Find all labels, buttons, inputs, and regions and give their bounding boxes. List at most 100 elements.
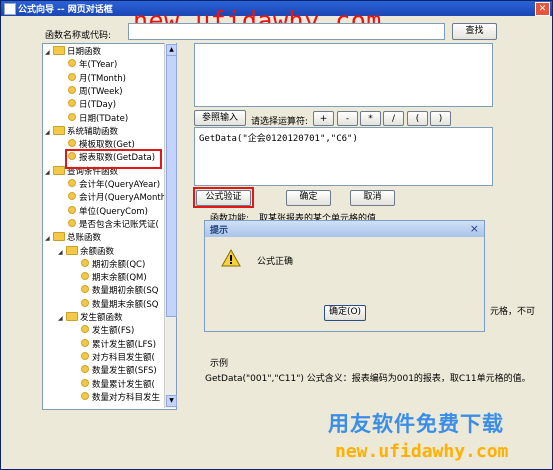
alert-ok-button[interactable]: 确定(O) — [324, 305, 366, 321]
tree-label: 周(TWeek) — [79, 86, 123, 97]
tree-item[interactable]: 日(TDay) — [58, 99, 116, 111]
example-text: GetData("001","C11") 公式含义：报表编码为001的报表，取C… — [205, 374, 531, 384]
tree-folder[interactable]: ◢ 发生额函数 — [58, 312, 123, 324]
ok-button[interactable]: 确定 — [286, 190, 331, 206]
tree-label: 数量发生额(SFS) — [92, 366, 157, 377]
parameter-area[interactable] — [194, 43, 493, 107]
window-title: 公式向导 -- 网页对话框 — [18, 5, 113, 15]
folder-icon — [66, 245, 78, 255]
tree-item[interactable]: 数量期初余额(SQ — [71, 285, 158, 297]
tree-item[interactable]: 单位(QueryCom) — [58, 205, 148, 218]
function-icon — [68, 99, 76, 108]
warning-icon — [221, 249, 241, 267]
tree-label: 数量对方科目发生 — [92, 392, 161, 403]
function-icon — [68, 179, 76, 187]
expander-icon[interactable]: ◢ — [58, 313, 66, 325]
tree-item[interactable]: 对方科目发生额( — [71, 351, 155, 364]
tree-label: 数量累计发生额( — [92, 379, 155, 390]
function-icon — [81, 272, 89, 281]
tree-label: 会计年(QueryAYear) — [79, 180, 161, 190]
tree-item[interactable]: 月(TMonth) — [58, 72, 126, 85]
formula-editor[interactable]: GetData("企会0120120701","C6") — [194, 127, 493, 186]
watermark-bottom-url: new.ufidawhy.com — [335, 441, 509, 462]
tree-item[interactable]: 日期(TDate) — [58, 112, 128, 125]
selected-highlight-box — [65, 149, 162, 169]
search-label: 函数名称或代码: — [45, 31, 112, 41]
tree-label: 数量期初余额(SQ — [92, 286, 159, 297]
function-icon — [68, 192, 76, 201]
close-button[interactable]: ✕ — [535, 2, 550, 16]
function-icon — [68, 72, 76, 81]
scroll-down-icon[interactable]: ▼ — [166, 395, 177, 407]
function-icon — [81, 338, 89, 347]
tree-label: 对方科目发生额( — [92, 352, 155, 363]
tree-item[interactable]: 数量对方科目发生 — [71, 391, 161, 404]
tree-folder[interactable]: ◢ 余额函数 — [58, 245, 115, 259]
function-icon — [81, 365, 89, 374]
tree-item[interactable]: 周(TWeek) — [58, 85, 123, 98]
tree-label: 月(TMonth) — [79, 73, 126, 84]
tree-folder[interactable]: ◢ 日期函数 — [45, 46, 101, 58]
alert-message: 公式正确 — [257, 257, 294, 267]
tree-label: 总账函数 — [67, 233, 102, 244]
expander-icon[interactable]: ◢ — [45, 47, 53, 59]
tree-label: 发生额(FS) — [92, 326, 135, 337]
watermark-bottom-cn: 用友软件免费下载 — [328, 412, 504, 436]
tree-item[interactable]: 数量发生额(SFS) — [71, 365, 157, 377]
tree-label: 是否包含未记账凭证( — [79, 219, 159, 230]
tree-label: 年(TYear) — [79, 60, 118, 71]
function-icon — [68, 218, 76, 227]
expander-icon[interactable]: ◢ — [58, 247, 66, 259]
operator-minus-button[interactable]: - — [337, 111, 358, 126]
alert-close-icon[interactable]: × — [470, 222, 479, 235]
tree-label: 余额函数 — [80, 246, 115, 257]
folder-icon — [66, 312, 78, 321]
function-icon — [81, 298, 89, 307]
tree-item[interactable]: 累计发生额(LFS) — [71, 338, 157, 351]
folder-icon — [53, 232, 65, 242]
search-input[interactable] — [128, 23, 445, 40]
reference-input-button[interactable]: 参照输入 — [194, 110, 246, 126]
tree-item[interactable]: 期末余额(QM) — [71, 272, 147, 284]
tree-item[interactable]: 是否包含未记账凭证( — [58, 218, 159, 231]
tree-label: 数量期末余额(SQ — [92, 299, 159, 310]
validate-highlight-box — [193, 187, 254, 208]
operator-plus-button[interactable]: + — [313, 111, 334, 126]
tree-label: 累计发生额(LFS) — [92, 339, 157, 350]
tree-label: 日(TDay) — [79, 100, 117, 111]
tree-item[interactable]: 发生额(FS) — [71, 325, 134, 337]
tree-label: 期初余额(QC) — [92, 259, 146, 270]
tree-item[interactable]: 数量累计发生额( — [71, 378, 155, 391]
function-icon — [81, 378, 89, 387]
tree-label: 期末余额(QM) — [92, 273, 147, 284]
function-icon — [81, 258, 89, 267]
tree-item[interactable]: 期初余额(QC) — [71, 258, 146, 271]
expander-icon[interactable]: ◢ — [45, 127, 53, 139]
tree-item[interactable]: 会计年(QueryAYear) — [58, 179, 160, 191]
scroll-thumb[interactable] — [166, 55, 177, 317]
folder-icon — [53, 46, 65, 55]
expander-icon[interactable]: ◢ — [45, 233, 53, 245]
tree-item[interactable]: 数量期末余额(SQ — [71, 298, 159, 311]
tree-item[interactable]: 年(TYear) — [58, 59, 117, 71]
function-icon — [68, 205, 76, 214]
function-icon — [81, 285, 89, 294]
function-icon — [68, 112, 76, 121]
folder-icon — [53, 165, 65, 175]
tree-scrollbar[interactable]: ▲ ▼ — [164, 43, 177, 408]
operator-label: 请选择运算符: — [251, 117, 309, 127]
operator-close-paren-button[interactable]: ) — [430, 111, 451, 126]
operator-divide-button[interactable]: / — [383, 111, 404, 126]
cancel-button[interactable]: 取消 — [350, 190, 395, 206]
expander-icon[interactable]: ◢ — [45, 167, 53, 179]
example-label: 示例 — [210, 359, 229, 369]
operator-open-paren-button[interactable]: ( — [407, 111, 428, 126]
search-button[interactable]: 查找 — [452, 23, 497, 40]
tree-label: 日期函数 — [67, 47, 102, 57]
tree-item[interactable]: 会计月(QueryAMonth) — [58, 192, 169, 204]
formula-text: GetData("企会0120120701","C6") — [199, 134, 358, 144]
operator-multiply-button[interactable]: * — [360, 111, 381, 126]
tree-folder[interactable]: ◢ 总账函数 — [45, 232, 101, 244]
alert-title: 提示 — [210, 226, 229, 236]
tree-folder[interactable]: ◢ 系统辅助函数 — [45, 125, 118, 139]
